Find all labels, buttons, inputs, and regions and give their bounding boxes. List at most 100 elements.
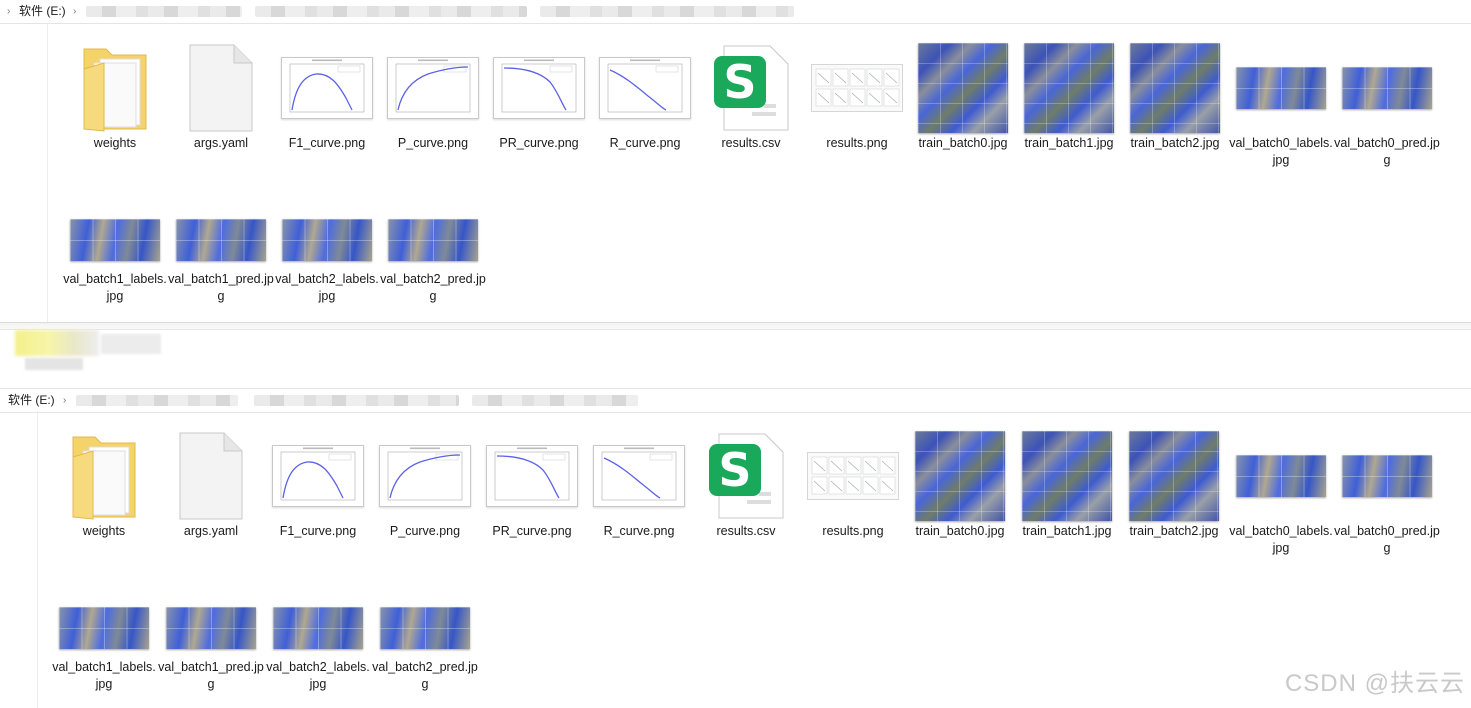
file-item[interactable]: val_batch0_labels.jpg xyxy=(1228,41,1334,171)
file-thumbnail[interactable] xyxy=(372,429,478,523)
file-item[interactable]: weights xyxy=(51,429,157,559)
file-thumbnail[interactable] xyxy=(1014,429,1120,523)
image-thumbnail xyxy=(273,607,363,649)
file-item[interactable]: val_batch0_pred.jpg xyxy=(1334,41,1440,171)
file-thumbnail[interactable] xyxy=(586,429,692,523)
file-thumbnail[interactable] xyxy=(51,601,157,655)
file-name-label: val_batch1_pred.jpg xyxy=(168,272,274,303)
file-item[interactable]: F1_curve.png xyxy=(265,429,371,559)
file-thumbnail[interactable] xyxy=(1334,429,1440,523)
file-item[interactable]: train_batch2.jpg xyxy=(1122,41,1228,171)
chevron-right-icon[interactable]: › xyxy=(73,0,76,23)
breadcrumb[interactable]: › 软件 (E:) › xyxy=(0,0,1471,24)
results-thumbnail xyxy=(807,452,899,500)
file-thumbnail[interactable] xyxy=(1334,41,1440,135)
file-thumbnail[interactable] xyxy=(380,41,486,135)
file-name-label: train_batch0.jpg xyxy=(918,136,1008,150)
file-thumbnail[interactable] xyxy=(907,429,1013,523)
file-item[interactable]: P_curve.png xyxy=(380,41,486,171)
file-item[interactable]: val_batch2_labels.jpg xyxy=(265,601,371,695)
file-thumbnail[interactable]: S xyxy=(698,41,804,135)
chevron-right-icon[interactable]: › xyxy=(63,389,66,412)
file-name-label: train_batch2.jpg xyxy=(1130,136,1220,150)
file-item[interactable]: args.yaml xyxy=(158,429,264,559)
file-thumbnail[interactable] xyxy=(1228,429,1334,523)
file-thumbnail[interactable] xyxy=(1121,429,1227,523)
file-thumbnail[interactable] xyxy=(380,213,486,267)
file-thumbnail[interactable] xyxy=(800,429,906,523)
file-item[interactable]: results.png xyxy=(800,429,906,559)
file-item[interactable]: train_batch2.jpg xyxy=(1121,429,1227,559)
chart-thumbnail xyxy=(493,57,585,119)
file-thumbnail[interactable] xyxy=(1016,41,1122,135)
file-thumbnail[interactable] xyxy=(168,213,274,267)
blurred-path-segment xyxy=(540,6,794,17)
file-item[interactable]: S results.csv xyxy=(693,429,799,559)
file-item[interactable]: val_batch2_pred.jpg xyxy=(372,601,478,695)
column-divider xyxy=(47,23,48,325)
file-item[interactable]: R_curve.png xyxy=(586,429,692,559)
file-item[interactable]: F1_curve.png xyxy=(274,41,380,171)
file-thumbnail[interactable] xyxy=(168,41,274,135)
file-item[interactable]: val_batch2_pred.jpg xyxy=(380,213,486,307)
blurred-path-segment xyxy=(86,6,242,17)
blurred-path-segment xyxy=(254,395,459,406)
file-name-label: F1_curve.png xyxy=(288,136,366,150)
file-item[interactable]: train_batch0.jpg xyxy=(907,429,1013,559)
file-thumbnail[interactable] xyxy=(51,429,157,523)
image-thumbnail xyxy=(918,43,1008,133)
file-thumbnail[interactable] xyxy=(479,429,585,523)
file-item[interactable]: args.yaml xyxy=(168,41,274,171)
folder-icon xyxy=(80,43,150,133)
chart-thumbnail xyxy=(387,57,479,119)
file-thumbnail[interactable] xyxy=(158,429,264,523)
file-thumbnail[interactable] xyxy=(62,213,168,267)
file-thumbnail[interactable] xyxy=(910,41,1016,135)
document-icon xyxy=(178,431,244,521)
file-item[interactable]: val_batch1_labels.jpg xyxy=(51,601,157,695)
image-thumbnail xyxy=(282,219,372,261)
file-item[interactable]: R_curve.png xyxy=(592,41,698,171)
file-name-label: train_batch1.jpg xyxy=(1024,136,1114,150)
file-item[interactable]: P_curve.png xyxy=(372,429,478,559)
file-item[interactable]: train_batch1.jpg xyxy=(1016,41,1122,171)
file-item[interactable]: val_batch1_pred.jpg xyxy=(158,601,264,695)
file-item[interactable]: S results.csv xyxy=(698,41,804,171)
file-name-label: val_batch1_pred.jpg xyxy=(158,660,264,691)
file-thumbnail[interactable] xyxy=(804,41,910,135)
file-item[interactable]: val_batch1_pred.jpg xyxy=(168,213,274,307)
file-item[interactable]: val_batch1_labels.jpg xyxy=(62,213,168,307)
file-thumbnail[interactable] xyxy=(486,41,592,135)
breadcrumb[interactable]: 软件 (E:) › xyxy=(0,388,1471,413)
file-thumbnail[interactable] xyxy=(265,429,371,523)
breadcrumb-drive[interactable]: 软件 (E:) xyxy=(8,389,55,412)
file-thumbnail[interactable] xyxy=(592,41,698,135)
file-item[interactable]: val_batch2_labels.jpg xyxy=(274,213,380,307)
file-thumbnail[interactable] xyxy=(274,213,380,267)
file-item[interactable]: results.png xyxy=(804,41,910,171)
file-name-label: val_batch1_labels.jpg xyxy=(52,660,156,691)
file-item[interactable]: PR_curve.png xyxy=(479,429,585,559)
file-thumbnail[interactable] xyxy=(158,601,264,655)
file-item[interactable]: val_batch0_labels.jpg xyxy=(1228,429,1334,559)
file-thumbnail[interactable] xyxy=(1122,41,1228,135)
file-name-label: results.png xyxy=(822,524,884,538)
file-item[interactable]: val_batch0_pred.jpg xyxy=(1334,429,1440,559)
chevron-right-icon[interactable]: › xyxy=(7,0,10,23)
file-thumbnail[interactable] xyxy=(62,41,168,135)
file-thumbnail[interactable]: S xyxy=(693,429,799,523)
breadcrumb-drive[interactable]: 软件 (E:) xyxy=(19,0,66,23)
file-thumbnail[interactable] xyxy=(1228,41,1334,135)
file-thumbnail[interactable] xyxy=(265,601,371,655)
spreadsheet-icon: S xyxy=(707,430,785,522)
file-item[interactable]: train_batch0.jpg xyxy=(910,41,1016,171)
file-name-label: val_batch1_labels.jpg xyxy=(63,272,167,303)
file-thumbnail[interactable] xyxy=(372,601,478,655)
file-item[interactable]: PR_curve.png xyxy=(486,41,592,171)
blurred-path-segment xyxy=(255,6,527,17)
file-thumbnail[interactable] xyxy=(274,41,380,135)
file-item[interactable]: train_batch1.jpg xyxy=(1014,429,1120,559)
file-item[interactable]: weights xyxy=(62,41,168,171)
image-thumbnail xyxy=(1022,431,1112,521)
file-name-label: val_batch2_pred.jpg xyxy=(380,272,486,303)
